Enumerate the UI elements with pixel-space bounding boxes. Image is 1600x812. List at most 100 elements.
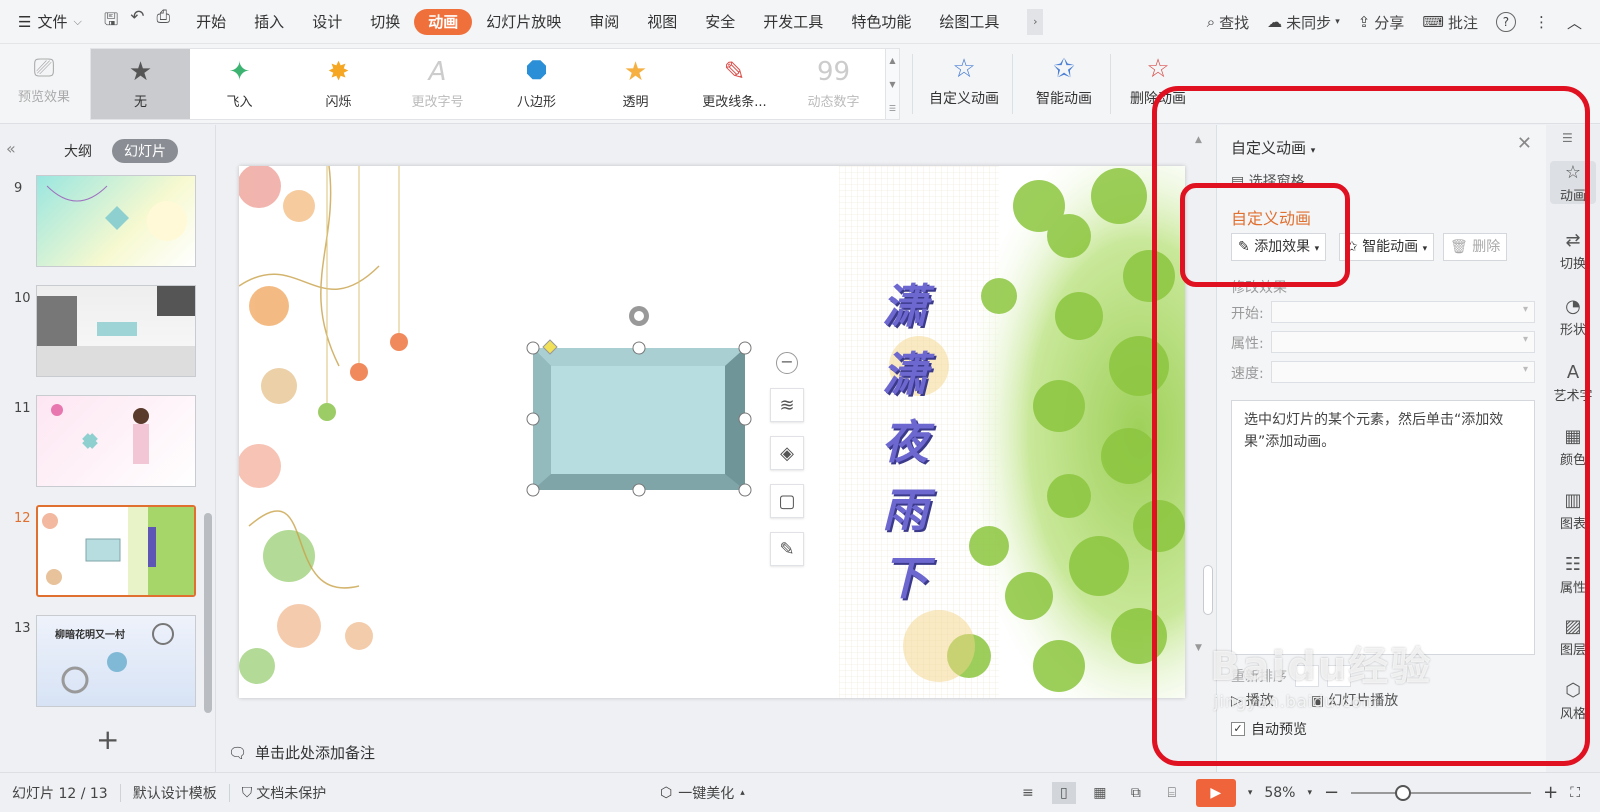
effect-dynamic-number[interactable]: 99 动态数字 [784,49,883,119]
gallery-scroll[interactable]: ▲ ▼ ☰ [886,48,900,120]
side-chart-button[interactable]: ▥ 图表 [1550,489,1596,532]
chevron-down-icon[interactable]: ▾ [1307,788,1312,798]
presenter-view-icon[interactable]: ⌸ [1160,782,1184,804]
add-slide-button[interactable]: + [96,723,119,756]
zoom-slider-knob[interactable] [1395,784,1412,801]
side-animation-button[interactable]: ☆ 动画 [1550,161,1596,204]
smart-animation-pane-button[interactable]: ✩ 智能动画 ▾ [1339,233,1435,261]
tab-10[interactable]: 特色功能 [837,9,925,35]
tab-3[interactable]: 切换 [356,9,414,35]
effect-line-color[interactable]: ✎ 更改线条... [685,49,784,119]
slide-title-text[interactable]: 潇潇夜雨下 [875,272,935,612]
preview-effect-button[interactable]: ⎚ 预览效果 [8,50,80,116]
property-select[interactable] [1271,331,1535,353]
normal-view-icon[interactable]: ▯ [1051,781,1076,804]
share-button[interactable]: ⇪ 分享 [1358,12,1405,33]
collapse-tools-icon[interactable]: − [776,352,798,374]
add-notes-area[interactable]: 🗨 单击此处添加备注 [228,742,375,763]
notes-toggle-icon[interactable]: ≡ [1016,782,1040,804]
pane-header[interactable]: 自定义动画 ▾ [1231,137,1315,158]
pane-scrollbar[interactable]: ▲ ▼ [1193,125,1207,772]
scroll-down-icon[interactable]: ▼ [1195,643,1202,653]
side-transition-button[interactable]: ⇄ 切换 [1550,229,1596,272]
more-options-icon[interactable]: ⋮ [1534,13,1549,31]
slide-thumbnail-10[interactable]: 10 [0,285,206,381]
tab-5[interactable]: 幻灯片放映 [472,9,575,35]
one-click-beautify-button[interactable]: ⬡ 一键美化 ▴ [660,783,745,803]
auto-preview-checkbox[interactable]: ✓ 自动预览 [1231,719,1307,739]
thumbnail-scrollbar[interactable] [204,513,212,713]
tab-0[interactable]: 开始 [182,9,240,35]
sorter-view-icon[interactable]: ▦ [1088,782,1112,804]
effect-octagon[interactable]: ⯃ 八边形 [487,49,586,119]
animation-list[interactable]: 选中幻灯片的某个元素，然后单击“添加效果”添加动画。 [1231,400,1535,655]
save-icon[interactable]: 🖫 [104,7,118,36]
reading-view-icon[interactable]: ⧉ [1124,782,1148,804]
design-template[interactable]: 默认设计模板 [121,783,229,803]
move-up-button[interactable]: ⬆ [1295,665,1319,687]
tab-2[interactable]: 设计 [298,9,356,35]
tab-1[interactable]: 插入 [240,9,298,35]
side-property-button[interactable]: ☷ 属性 [1550,553,1596,596]
side-color-button[interactable]: ▦ 颜色 [1550,425,1596,468]
slideshow-icon: ▣ [1311,693,1325,709]
effect-transparent[interactable]: ★ 透明 [586,49,685,119]
tab-slides[interactable]: 幻灯片 [112,139,178,163]
zoom-out-button[interactable]: − [1324,782,1339,803]
slide-thumbnail-13[interactable]: 13 柳暗花明又一村 [0,615,206,711]
play-button[interactable]: ▷ 播放 [1231,687,1274,715]
comment-button[interactable]: ⌨ 批注 [1422,12,1478,33]
tabs-more-button[interactable]: › [1027,8,1044,35]
add-effect-button[interactable]: ✎ 添加效果 ▾ [1231,233,1327,261]
layers-icon[interactable]: ≋ [770,388,804,422]
zoom-slider[interactable] [1351,784,1532,801]
custom-animation-button[interactable]: ☆ 自定义动画 [924,50,1004,116]
chevron-down-icon[interactable]: ▾ [1248,788,1253,798]
effect-none[interactable]: ★ 无 [91,49,190,119]
undo-icon[interactable]: ↶ [130,7,144,36]
collapse-ribbon-icon[interactable]: ︿ [1567,12,1582,33]
tab-6[interactable]: 审阅 [575,9,633,35]
delete-effect-button[interactable]: 🗑 删除 [1443,233,1508,261]
start-select[interactable] [1271,301,1535,323]
tab-8[interactable]: 安全 [691,9,749,35]
outline-icon[interactable]: ▢ [770,484,804,518]
zoom-in-button[interactable]: + [1543,782,1558,803]
file-menu[interactable]: ☰ 文件 ⌵ [0,0,96,44]
print-icon[interactable]: ⎙ [157,7,171,36]
slide-thumbnail-12[interactable]: 12 [0,505,206,601]
speed-select[interactable] [1271,361,1535,383]
delete-animation-button[interactable]: ☆ 删除动画 [1120,50,1196,116]
tab-outline[interactable]: 大纲 [52,139,104,163]
tab-11[interactable]: 绘图工具 [925,9,1013,35]
effect-font-size[interactable]: A 更改字号 [388,49,487,119]
move-down-button[interactable]: ⬇ [1327,665,1351,687]
play-slideshow-button[interactable]: ▶ [1195,778,1236,807]
slide-thumbnail-9[interactable]: 9 [0,175,206,271]
document-protection[interactable]: ⛉ 文档未保护 [230,783,339,803]
zoom-level[interactable]: 58% [1264,785,1295,801]
side-wordart-button[interactable]: A 艺术字 [1550,361,1596,404]
collapse-panel-icon[interactable]: « [6,139,16,158]
slide-canvas[interactable]: 潇潇夜雨下 [239,166,1185,698]
slideshow-play-button[interactable]: ▣ 幻灯片播放 [1311,687,1398,715]
side-style-button[interactable]: ⬡ 风格 [1550,679,1596,722]
close-icon[interactable]: ✕ [1517,133,1532,154]
side-shape-button[interactable]: ◔ 形状 [1550,295,1596,338]
tab-9[interactable]: 开发工具 [749,9,837,35]
select-pane-link[interactable]: ▤ 选择窗格 [1231,171,1305,191]
scroll-up-icon[interactable]: ▲ [1195,135,1202,145]
help-icon[interactable]: ? [1495,12,1516,32]
sync-button[interactable]: ☁ 未同步 ▾ [1267,12,1340,33]
effect-flash[interactable]: ✸ 闪烁 [289,49,388,119]
slide-thumbnail-11[interactable]: 11 [0,395,206,491]
search-button[interactable]: ⌕ 查找 [1207,12,1249,33]
side-layer-button[interactable]: ▨ 图层 [1550,615,1596,658]
brush-icon[interactable]: ✎ [770,532,804,566]
effect-fly-in[interactable]: ✦ 飞入 [190,49,289,119]
fill-bucket-icon[interactable]: ◈ [770,436,804,470]
smart-animation-button[interactable]: ✩ 智能动画 [1024,50,1104,116]
tab-4[interactable]: 动画 [414,8,473,35]
tab-7[interactable]: 视图 [633,9,691,35]
fit-window-icon[interactable]: ⛶ [1570,785,1580,801]
